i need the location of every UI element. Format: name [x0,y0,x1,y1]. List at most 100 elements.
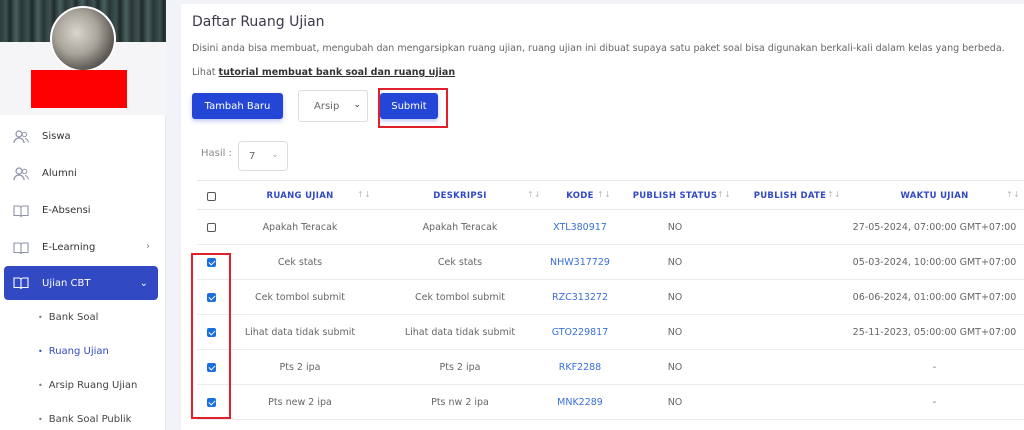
cell-deskripsi: Apakah Teracak [422,222,498,233]
cell-deskripsi: Cek stats [437,257,483,268]
add-new-button[interactable]: Tambah Baru [192,93,283,119]
cell-publish-date [735,315,845,350]
table-header: RUANG UJIAN ↑↓ DESKRIPSI ↑↓ KODE ↑↓ PUBLISH… [197,180,1024,210]
column-kode[interactable]: KODE ↑↓ [545,181,615,211]
sidebar-subitem-label: Ruang Ujian [48,345,109,357]
cell-ruang-ujian: Lihat data tidak submit [244,327,356,338]
sidebar-item-alumni[interactable]: Alumni [0,155,166,192]
cell-publish-status: NO [667,397,683,408]
cell-waktu-ujian: 27-05-2024, 07:00:00 GMT+07:00 [852,222,1017,233]
table-row[interactable]: Pts 2 ipa Pts 2 ipa RKF2288 NO - [197,350,1024,385]
cell-waktu-ujian: 25-11-2023, 05:00:00 GMT+07:00 [852,327,1017,338]
sidebar-item-label: Siswa [42,131,71,142]
sidebar-subitem-bank-soal[interactable]: • Bank Soal [0,300,166,334]
cell-publish-date [735,280,845,315]
chevron-right-icon: › [146,241,150,252]
cell-publish-status: NO [667,222,683,233]
exam-rooms-table: RUANG UJIAN ↑↓ DESKRIPSI ↑↓ KODE ↑↓ PUBLISH… [197,180,1024,420]
tutorial-line: Lihat tutorial membuat bank soal dan rua… [192,67,455,78]
archive-filter-select[interactable]: Arsip ⌄ [298,90,368,122]
bullet-icon: • [38,414,43,424]
cell-publish-date [735,210,845,245]
chevron-down-icon: ⌄ [353,100,361,110]
cell-deskripsi: Lihat data tidak submit [404,327,516,338]
results-per-page-select[interactable]: 7 ⌄ [238,141,288,171]
users-icon [12,166,30,182]
page-description: Disini anda bisa membuat, mengubah dan m… [192,43,1005,54]
column-publish-status[interactable]: PUBLISH STATUS ↑↓ [615,181,735,211]
table-row[interactable]: Apakah Teracak Apakah Teracak XTL380917 … [197,210,1024,245]
cell-ruang-ujian: Cek stats [277,257,323,268]
book-icon [12,275,30,291]
highlight-box-submit [378,88,448,128]
sidebar: Siswa Alumni E-Absensi E-Learning › Ujia… [0,0,166,430]
sort-icon: ↑↓ [526,190,541,199]
column-deskripsi[interactable]: DESKRIPSI ↑↓ [375,181,545,211]
sort-icon: ↑↓ [596,190,611,199]
chevron-down-icon: ⌄ [271,150,279,160]
book-icon [12,240,30,256]
row-checkbox[interactable] [206,223,216,232]
sidebar-item-label: E-Learning [42,242,96,253]
sort-icon: ↑↓ [356,190,371,199]
column-publish-date[interactable]: PUBLISH DATE ↑↓ [735,181,845,211]
results-per-page-value: 7 [249,150,256,162]
sidebar-item-e-absensi[interactable]: E-Absensi [0,192,166,229]
sidebar-item-siswa[interactable]: Siswa [0,118,166,155]
archive-filter-value: Arsip [314,100,340,112]
page-title: Daftar Ruang Ujian [192,14,325,30]
bullet-icon: • [38,380,43,390]
cell-publish-date [735,245,845,280]
cell-kode[interactable]: RZC313272 [545,280,615,315]
bullet-icon: • [38,312,43,322]
sidebar-nav: Siswa Alumni E-Absensi E-Learning › Ujia… [0,118,166,430]
cell-kode[interactable]: RKF2288 [545,350,615,385]
cell-ruang-ujian: Cek tombol submit [255,292,345,303]
column-ruang-ujian[interactable]: RUANG UJIAN ↑↓ [225,181,375,211]
sidebar-subitem-arsip-ruang-ujian[interactable]: • Arsip Ruang Ujian [0,368,166,402]
sidebar-subitem-label: Bank Soal Publik [48,413,132,425]
cell-ruang-ujian: Apakah Teracak [262,222,338,233]
sort-icon: ↑↓ [716,190,731,199]
cell-waktu-ujian: 06-06-2024, 01:00:00 GMT+07:00 [852,292,1017,303]
cell-kode[interactable]: GTO229817 [545,315,615,350]
tutorial-prefix: Lihat [192,67,216,78]
sidebar-subitem-bank-soal-publik[interactable]: • Bank Soal Publik [0,402,166,430]
cell-ruang-ujian: Pts 2 ipa [279,362,321,373]
cell-deskripsi: Pts 2 ipa [439,362,481,373]
cell-deskripsi: Cek tombol submit [415,292,505,303]
sidebar-subitem-ruang-ujian[interactable]: • Ruang Ujian [0,334,166,368]
row-select-cell [197,210,225,245]
cell-publish-date [735,350,845,385]
tutorial-link[interactable]: tutorial membuat bank soal dan ruang uji… [219,67,456,78]
avatar[interactable] [50,6,116,72]
sidebar-item-e-learning[interactable]: E-Learning › [0,229,166,266]
column-waktu-ujian[interactable]: WAKTU UJIAN ↑↓ [845,181,1024,211]
cell-waktu-ujian: - [932,397,937,408]
select-all-cell [197,181,225,211]
sidebar-item-ujian-cbt[interactable]: Ujian CBT ⌄ [4,266,158,300]
table-row[interactable]: Lihat data tidak submit Lihat data tidak… [197,315,1024,350]
results-label: Hasil : [201,148,232,159]
sort-icon: ↑↓ [1005,190,1020,199]
table-row[interactable]: Cek tombol submit Cek tombol submit RZC3… [197,280,1024,315]
main-card: Daftar Ruang Ujian Disini anda bisa memb… [181,4,1024,430]
sidebar-item-label: E-Absensi [42,205,91,216]
table-row[interactable]: Pts new 2 ipa Pts nw 2 ipa MNK2289 NO - [197,385,1024,420]
chevron-down-icon: ⌄ [139,278,148,289]
cell-ruang-ujian: Pts new 2 ipa [268,397,332,408]
select-all-checkbox[interactable] [206,191,216,201]
sidebar-subitem-label: Arsip Ruang Ujian [48,379,138,391]
cell-publish-status: NO [667,362,683,373]
sidebar-item-label: Ujian CBT [42,277,91,289]
profile-banner [0,0,166,115]
bullet-icon: • [38,346,43,356]
cell-kode[interactable]: XTL380917 [545,210,615,245]
cell-kode[interactable]: NHW317729 [545,245,615,280]
cell-kode[interactable]: MNK2289 [545,385,615,420]
table-row[interactable]: Cek stats Cek stats NHW317729 NO 05-03-2… [197,245,1024,280]
sidebar-subitem-label: Bank Soal [48,311,99,323]
sidebar-item-label: Alumni [42,168,77,179]
book-icon [12,203,30,219]
sort-icon: ↑↓ [826,190,841,199]
